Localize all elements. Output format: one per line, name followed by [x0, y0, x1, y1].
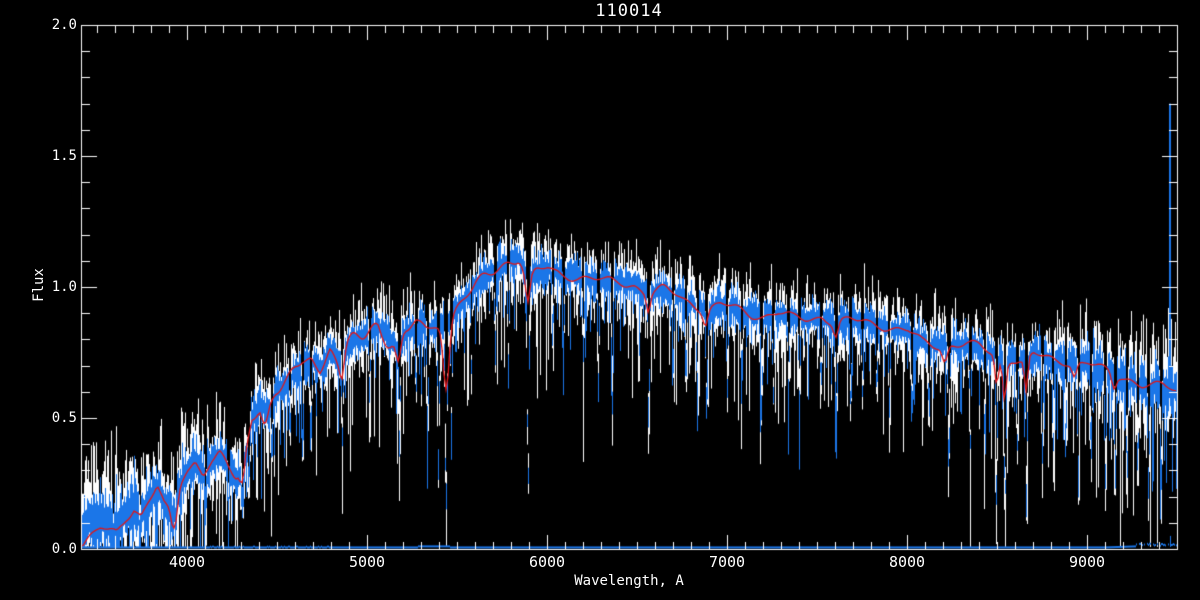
- y-tick-label: 2.0: [51, 17, 77, 33]
- chart-title: 110014: [595, 1, 663, 21]
- y-tick-label: 1.0: [51, 279, 77, 295]
- x-tick-label: 5000: [348, 553, 386, 571]
- plot-canvas: [0, 0, 1200, 600]
- spectrum-chart: 110014 Wavelength, A Flux 4000 5000 6000 70…: [0, 0, 1200, 600]
- x-tick-label: 4000: [168, 553, 206, 571]
- y-tick-label: 0.0: [51, 541, 77, 557]
- y-tick-label: 0.5: [51, 410, 77, 426]
- x-tick-label: 9000: [1068, 553, 1106, 571]
- y-axis-label: Flux: [31, 268, 47, 302]
- x-tick-label: 6000: [528, 553, 566, 571]
- y-tick-label: 1.5: [51, 148, 77, 164]
- x-tick-label: 7000: [708, 553, 746, 571]
- x-tick-label: 8000: [888, 553, 926, 571]
- x-axis-label: Wavelength, A: [574, 573, 684, 589]
